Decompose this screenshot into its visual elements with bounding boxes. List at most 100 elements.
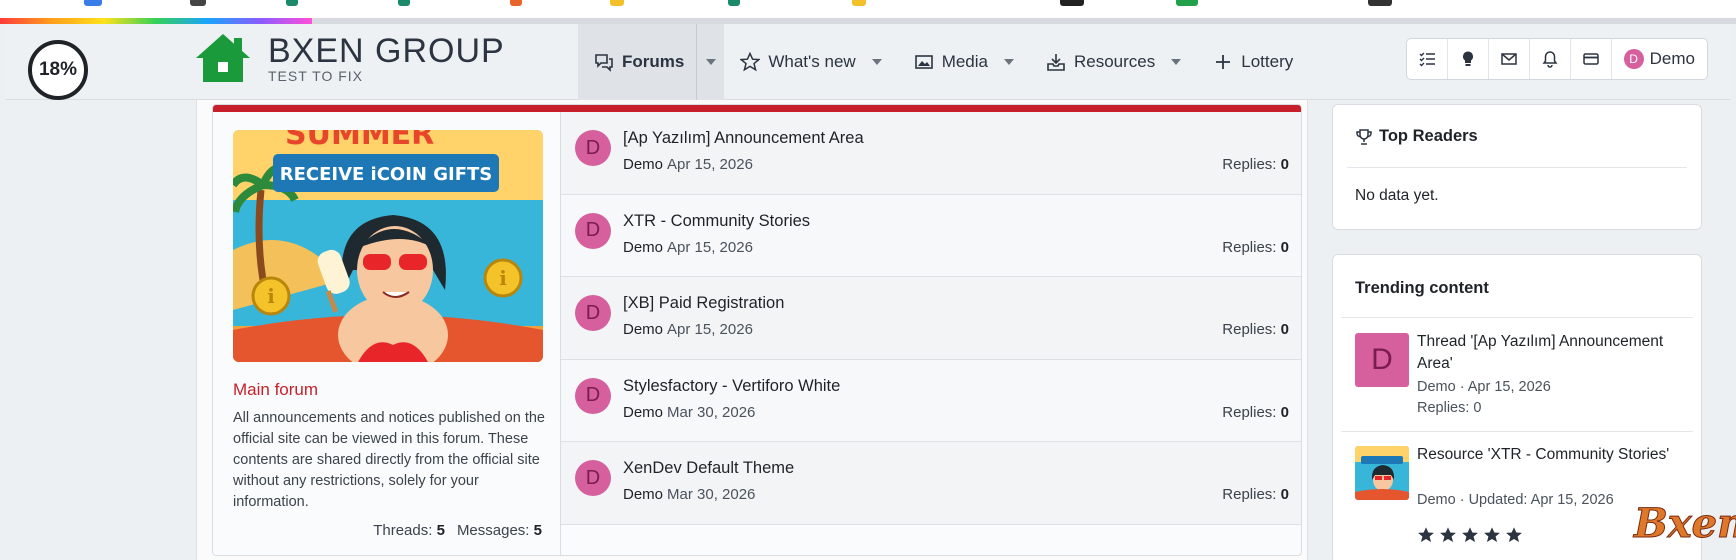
browser-toolbar-remnant	[0, 0, 1736, 18]
thread-replies: Replies: 0	[1222, 486, 1289, 503]
featured-forum-card: SUMMER RECEIVE iCOIN GIFTS i i Main foru…	[213, 112, 561, 555]
nav-tab-label: Media	[941, 52, 988, 71]
thread-row[interactable]: D XTR - Community Stories Demo Apr 15, 2026…	[561, 194, 1301, 277]
lightbulb-button[interactable]	[1448, 39, 1489, 79]
thread-title[interactable]: [Ap Yazılım] Announcement Area	[623, 129, 864, 148]
thread-title[interactable]: XTR - Community Stories	[623, 212, 810, 231]
avatar[interactable]: D	[1355, 333, 1409, 387]
thread-date[interactable]: Apr 15, 2026	[667, 156, 753, 173]
avatar[interactable]: D	[575, 460, 611, 496]
avatar[interactable]: D	[575, 212, 611, 249]
thread-meta: Demo Apr 15, 2026	[623, 239, 753, 256]
thread-meta: Demo Apr 15, 2026	[623, 321, 753, 338]
top-readers-empty: No data yet.	[1355, 187, 1439, 204]
envelope-icon	[1501, 53, 1517, 65]
house-logo-icon[interactable]	[194, 32, 252, 84]
thread-row[interactable]: D XenDev Default Theme Demo Mar 30, 2026 Rep…	[561, 442, 1301, 525]
thread-title[interactable]: Stylesfactory - Vertiforo White	[623, 377, 840, 396]
nav-tab-whats-new[interactable]: What's new	[724, 24, 897, 100]
chat-bubbles-icon	[595, 54, 613, 72]
thread-meta: Demo Mar 30, 2026	[623, 404, 755, 421]
chevron-down-icon[interactable]	[1171, 59, 1182, 65]
nav-tab-media[interactable]: Media	[898, 24, 1030, 100]
thread-replies: Replies: 0	[1222, 238, 1289, 256]
star-icon	[740, 52, 761, 72]
trending-item-meta: Demo · Apr 15, 2026	[1417, 379, 1551, 395]
svg-text:i: i	[267, 284, 275, 308]
chevron-down-icon[interactable]	[1004, 59, 1014, 65]
thread-replies: Replies: 0	[1222, 403, 1289, 421]
chevron-down-icon	[705, 59, 716, 65]
thread-list: D [Ap Yazılım] Announcement Area Demo Apr 1…	[561, 112, 1301, 525]
nav-tab-label: Forums	[622, 52, 685, 71]
thread-date[interactable]: Apr 15, 2026	[667, 239, 753, 256]
thread-author[interactable]: Demo	[623, 486, 663, 503]
avatar[interactable]: D	[575, 377, 611, 414]
thread-replies: Replies: 0	[1222, 321, 1289, 338]
thread-date[interactable]: Mar 30, 2026	[667, 404, 755, 421]
avatar[interactable]: D	[575, 130, 611, 166]
star-icon	[1418, 527, 1434, 543]
featured-forum-title[interactable]: Main forum	[233, 380, 318, 400]
site-logo-subtitle: TEST TO FIX	[268, 68, 364, 84]
credit-card-icon	[1582, 53, 1599, 65]
chevron-down-icon[interactable]	[871, 59, 882, 65]
image-banner-text: RECEIVE iCOIN GIFTS	[280, 164, 493, 185]
block-accent-bar	[213, 105, 1301, 112]
thread-row[interactable]: D [Ap Yazılım] Announcement Area Demo Apr 1…	[561, 112, 1301, 195]
thread-meta: Demo Mar 30, 2026	[623, 486, 755, 503]
trending-item-meta: Demo · Updated: Apr 15, 2026	[1417, 492, 1614, 508]
user-account-button[interactable]: D Demo	[1612, 39, 1707, 79]
download-tray-icon	[1047, 54, 1065, 71]
user-toolbar: D Demo	[1406, 38, 1708, 80]
thread-date[interactable]: Mar 30, 2026	[667, 486, 755, 503]
bxen-watermark-logo: Bxen	[1633, 500, 1736, 548]
wallet-button[interactable]	[1571, 39, 1612, 79]
featured-forum-block: SUMMER RECEIVE iCOIN GIFTS i i Main foru…	[212, 104, 1302, 556]
avatar[interactable]: D	[575, 295, 611, 331]
trending-item[interactable]: D Thread '[Ap Yazılım] Announcement Area…	[1333, 319, 1701, 431]
alerts-button[interactable]	[1530, 39, 1571, 79]
nav-tab-resources[interactable]: Resources	[1030, 24, 1197, 100]
trophy-icon	[1356, 128, 1372, 145]
featured-forum-description: All announcements and notices published …	[233, 410, 545, 510]
trending-item-title[interactable]: Thread '[Ap Yazılım] Announcement Area'	[1417, 331, 1687, 375]
thread-author[interactable]: Demo	[623, 239, 663, 256]
checklist-button[interactable]	[1407, 39, 1448, 79]
nav-tab-forums[interactable]: Forums	[578, 24, 697, 100]
thread-title[interactable]: XenDev Default Theme	[623, 459, 794, 478]
rating-stars	[1417, 526, 1523, 544]
thread-replies: Replies: 0	[1222, 156, 1289, 173]
messages-button[interactable]	[1489, 39, 1530, 79]
nav-tab-label: What's new	[768, 52, 856, 71]
trending-title: Trending content	[1355, 279, 1489, 297]
scroll-percent-badge[interactable]: 18%	[28, 40, 88, 100]
nav-tab-label: Lottery	[1241, 52, 1294, 71]
featured-forum-stats: Threads: 5 Messages: 5	[373, 522, 542, 539]
nav-tab-label: Resources	[1074, 52, 1156, 71]
star-icon	[1440, 527, 1456, 543]
forums-menu-toggle[interactable]	[696, 24, 725, 100]
trending-item-title[interactable]: Resource 'XTR - Community Stories'	[1417, 444, 1687, 466]
thread-date[interactable]: Apr 15, 2026	[667, 321, 753, 338]
thread-row[interactable]: D Stylesfactory - Vertiforo White Demo Mar …	[561, 359, 1301, 442]
summer-promo-image[interactable]: SUMMER RECEIVE iCOIN GIFTS i i	[233, 130, 543, 362]
thread-author[interactable]: Demo	[623, 404, 663, 421]
star-icon	[1484, 527, 1500, 543]
thread-author[interactable]: Demo	[623, 156, 663, 173]
thread-title[interactable]: [XB] Paid Registration	[623, 294, 784, 313]
threads-stat: Threads: 5	[373, 522, 445, 539]
star-icon	[1506, 527, 1522, 543]
site-header: 18% BXEN GROUP TEST TO FIX Forums What's…	[6, 24, 1730, 100]
top-readers-widget: Top Readers No data yet.	[1332, 104, 1702, 230]
thread-author[interactable]: Demo	[623, 321, 663, 338]
main-nav: Forums What's new Media Resources Lotter…	[578, 24, 1309, 100]
thread-row[interactable]: D [XB] Paid Registration Demo Apr 15, 2026 R…	[561, 277, 1301, 360]
thread-meta: Demo Apr 15, 2026	[623, 156, 753, 173]
image-heading-text: SUMMER	[285, 130, 434, 152]
star-icon	[1462, 527, 1478, 543]
image-icon	[914, 55, 933, 69]
site-logo-title[interactable]: BXEN GROUP	[268, 32, 505, 71]
resource-thumbnail[interactable]	[1355, 446, 1409, 500]
nav-tab-lottery[interactable]: Lottery	[1197, 24, 1309, 100]
